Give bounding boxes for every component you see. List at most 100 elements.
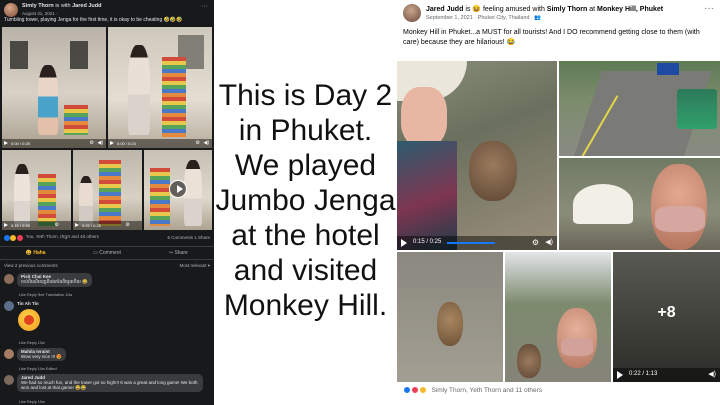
more-options-icon[interactable]: ··· [704, 3, 714, 14]
jenga-video-4[interactable]: 0:22 / 0:25 ⚙ [73, 150, 142, 230]
jenga-video-3[interactable]: 0:15 / 0:25 ⚙ [2, 150, 71, 230]
most-relevant-dropdown[interactable]: Most relevant ▾ [179, 263, 210, 269]
caption-line: Monkey Hill. [223, 289, 388, 322]
avatar[interactable] [4, 349, 14, 359]
more-options-icon[interactable]: ··· [201, 3, 208, 10]
selfie-photo[interactable] [559, 158, 720, 250]
monkey-shape [517, 344, 541, 378]
play-icon[interactable] [110, 141, 114, 145]
right-post-meta[interactable]: September 1, 2021 · Phuket City, Thailan… [426, 15, 541, 21]
gear-icon[interactable]: ⚙ [532, 238, 539, 247]
road-photo[interactable] [559, 61, 720, 156]
haha-reaction-icon [418, 386, 427, 394]
play-icon[interactable] [169, 180, 187, 198]
left-comment-share-counts[interactable]: 6 Comments 1 Share [167, 235, 210, 240]
caption-line: This is Day 2 [218, 79, 393, 112]
caption-line: at the hotel [231, 219, 380, 252]
right-reactions-text[interactable]: Simly Thorn, Yeth Thorn and 11 others [431, 387, 542, 394]
gear-icon[interactable]: ⚙ [55, 222, 59, 228]
slide-caption: This is Day 2 in Phuket. We played Jumbo… [214, 78, 397, 323]
blue-sign-shape [657, 63, 679, 75]
feeling-text: is 😆 feeling amused with [465, 6, 545, 13]
play-icon[interactable] [401, 239, 407, 247]
comment-text: We had so much fun, and the tower got so… [21, 380, 198, 390]
video-time: 0:15 / 0:25 [11, 223, 30, 228]
play-icon[interactable] [617, 371, 623, 379]
hat-shape [573, 184, 633, 224]
video-controls[interactable]: 0:00 / 0:25 ⚙ ◀) [2, 139, 106, 148]
jenga-video-5[interactable] [144, 150, 212, 230]
view-previous-comments-link[interactable]: View 2 previous comments [4, 263, 58, 268]
comment-item: Mahila Ivraint Wow very nice !!! 😍 Like … [4, 348, 210, 372]
comment-meta[interactable]: Like Reply 10w [19, 400, 45, 404]
gear-icon[interactable]: ⚙ [196, 140, 200, 146]
video-controls[interactable]: 0:15 / 0:25 ⚙ [2, 221, 71, 230]
jenga-video-2[interactable]: 0:00 / 0:24 ⚙ ◀) [108, 27, 212, 148]
haha-button[interactable]: 😆 Haha [0, 247, 71, 259]
avatar[interactable] [4, 375, 14, 385]
volume-icon[interactable]: ◀) [203, 140, 209, 146]
left-reactions-bar[interactable]: You, Yeth Thorn, ជាអ្នក and 46 others 6 … [4, 234, 210, 244]
right-facebook-post: Jared Judd is 😆 feeling amused with Siml… [397, 0, 720, 405]
left-facebook-post: Simly Thorn is with Jared Judd August 31… [0, 0, 214, 405]
comment-text: ចាប់ពីឈើចេញពីដងតាំងពីយូរហើយ 😂 [21, 279, 88, 284]
left-post-author[interactable]: Simly Thorn [22, 3, 54, 9]
right-reactions-bar[interactable]: Simly Thorn, Yeth Thorn and 11 others [403, 386, 714, 400]
left-post-date[interactable]: August 31, 2021 · [22, 11, 58, 16]
comment-item: Tin Ah Tin Like Reply 10w [4, 300, 210, 346]
video-time: 0:15 / 0:25 [413, 239, 442, 245]
play-icon[interactable] [4, 141, 8, 145]
right-post-header: Jared Judd is 😆 feeling amused with Siml… [403, 3, 714, 28]
like-reaction-icon [4, 234, 10, 241]
more-count[interactable]: +8 [613, 304, 720, 322]
volume-icon[interactable]: ◀) [545, 238, 553, 246]
left-reactions-text[interactable]: You, Yeth Thorn, ជាអ្នក and 46 others [26, 234, 99, 239]
caption-line: and visited [233, 254, 378, 287]
comment-meta[interactable]: Like Reply See Translation 10w [19, 293, 72, 297]
avatar[interactable] [403, 4, 421, 22]
face-shape [401, 87, 447, 147]
volume-icon[interactable]: ◀) [97, 140, 103, 146]
left-post-caption: Tumbling tower, playing Jenga for the fi… [4, 17, 183, 23]
gear-icon[interactable]: ⚙ [90, 140, 94, 146]
dress-shape [397, 141, 457, 250]
play-icon[interactable] [4, 223, 8, 227]
haha-reaction-icon [10, 234, 17, 241]
slide-text-area: This is Day 2 in Phuket. We played Jumbo… [214, 0, 397, 405]
share-button[interactable]: ↪ Share [143, 247, 214, 259]
jenga-video-1[interactable]: 0:00 / 0:25 ⚙ ◀) [2, 27, 106, 148]
comment-bubble: Jared Judd We had so much fun, and the t… [17, 374, 203, 392]
video-time: 0:22 / 1:13 [629, 371, 658, 377]
left-post-tagged-name[interactable]: Jared Judd [72, 3, 101, 9]
right-post-tagged-name[interactable]: Simly Thorn [547, 6, 587, 13]
caption-line: Jumbo Jenga [215, 184, 396, 217]
right-post-author[interactable]: Jared Judd [426, 6, 463, 13]
avatar[interactable] [4, 3, 18, 17]
video-controls[interactable]: 0:22 / 1:13 ◀) [613, 368, 720, 382]
comment-author[interactable]: Tin Ah Tin [17, 301, 39, 306]
comment-button[interactable]: ▭ Comment [71, 247, 142, 259]
play-icon[interactable] [75, 223, 79, 227]
video-controls[interactable]: 0:22 / 0:25 ⚙ [73, 221, 142, 230]
monkey-shape [469, 141, 517, 201]
like-reaction-icon [403, 386, 411, 394]
video-controls[interactable]: 0:00 / 0:24 ⚙ ◀) [108, 139, 212, 148]
comment-meta[interactable]: Like Reply 10w Edited [19, 367, 57, 371]
avatar[interactable] [4, 274, 14, 284]
volume-icon[interactable]: ◀) [708, 370, 716, 378]
caption-line: in Phuket. [238, 114, 373, 147]
selfie-photo-2[interactable] [505, 252, 611, 382]
right-post-caption: Monkey Hill in Phuket...a MUST for all t… [403, 29, 700, 46]
monkey-photo-road[interactable] [397, 252, 503, 382]
gear-icon[interactable]: ⚙ [126, 222, 130, 228]
caption-line: We played [234, 149, 377, 182]
monkey-video-main[interactable]: 0:15 / 0:25 ⚙ ◀) [397, 61, 557, 250]
right-post-place[interactable]: Monkey Hill, Phuket [597, 6, 663, 13]
avatar[interactable] [4, 301, 14, 311]
video-progress-bar[interactable] [447, 242, 495, 244]
video-controls[interactable]: 0:15 / 0:25 ⚙ ◀) [397, 236, 557, 250]
more-media-tile[interactable]: +8 0:22 / 1:13 ◀) [613, 252, 720, 382]
comment-item: Pisit Chai Kee ចាប់ពីឈើចេញពីដងតាំងពីយូរហ… [4, 273, 210, 299]
comment-meta[interactable]: Like Reply 10w [19, 341, 45, 345]
comment-text: Wow very nice !!! 😍 [21, 354, 63, 359]
